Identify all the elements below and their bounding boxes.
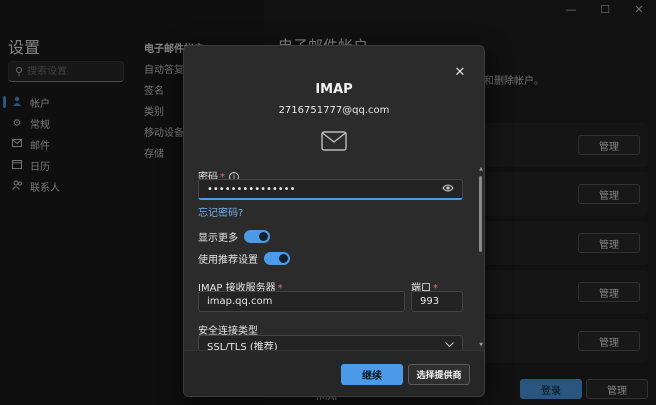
use-recommended-label: 使用推荐设置 — [198, 255, 258, 266]
eye-icon[interactable] — [442, 183, 454, 196]
use-recommended-row: 使用推荐设置 — [198, 251, 290, 266]
dialog-title: IMAP — [315, 82, 353, 97]
imap-server-value: imap.qq.com — [207, 296, 273, 307]
dialog-scrollbar[interactable]: ▲ ▼ — [479, 166, 483, 348]
imap-dialog: ✕ IMAP 2716751777@qq.com 密码 * i ••••••••••… — [183, 45, 485, 397]
imap-server-field[interactable]: imap.qq.com — [198, 291, 405, 312]
show-more-row: 显示更多 — [198, 229, 270, 244]
forgot-password-link[interactable]: 忘记密码? — [198, 204, 243, 219]
dialog-email: 2716751777@qq.com — [278, 105, 390, 116]
scroll-thumb[interactable] — [479, 176, 482, 252]
toggle-knob — [279, 254, 288, 263]
toggle-knob — [259, 232, 268, 241]
envelope-icon — [321, 131, 347, 154]
choose-provider-button[interactable]: 选择提供商 — [408, 364, 470, 385]
close-icon[interactable]: ✕ — [452, 64, 468, 80]
scroll-up-icon[interactable]: ▲ — [479, 166, 483, 172]
continue-button[interactable]: 继续 — [341, 364, 403, 385]
show-more-toggle[interactable] — [244, 230, 270, 243]
dialog-footer: 继续 选择提供商 — [184, 350, 484, 396]
password-field[interactable]: ••••••••••••••• — [198, 179, 463, 200]
scroll-down-icon[interactable]: ▼ — [479, 342, 483, 348]
port-field[interactable]: 993 — [411, 291, 463, 312]
port-value: 993 — [420, 296, 440, 307]
show-more-label: 显示更多 — [198, 233, 238, 244]
use-recommended-toggle[interactable] — [264, 252, 290, 265]
password-value: ••••••••••••••• — [207, 183, 296, 195]
